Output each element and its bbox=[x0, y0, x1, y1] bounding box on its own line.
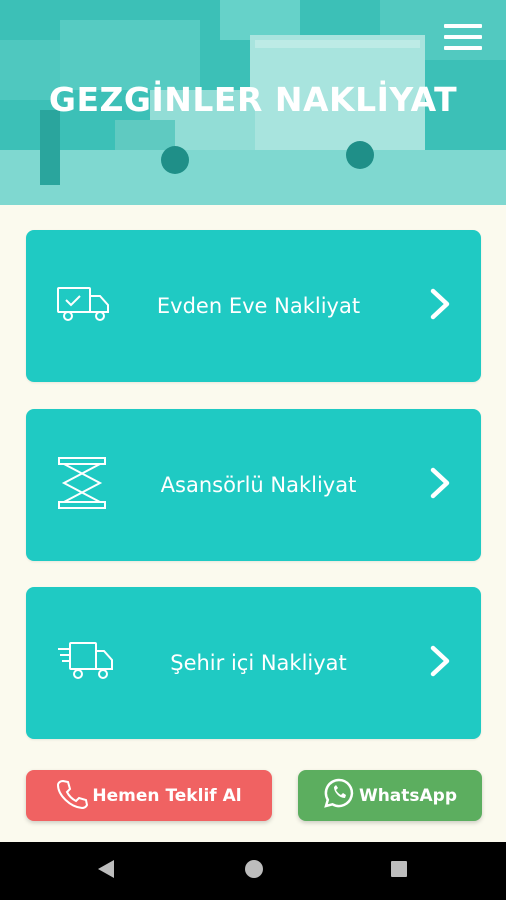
app-title: GEZGİNLER NAKLİYAT bbox=[48, 80, 458, 119]
recents-square-icon[interactable] bbox=[390, 860, 408, 882]
service-label: Şehir içi Nakliyat bbox=[170, 651, 347, 675]
service-card-asansorlu[interactable]: Asansörlü Nakliyat bbox=[26, 409, 481, 561]
home-circle-icon[interactable] bbox=[244, 859, 264, 883]
system-navigation-bar bbox=[0, 842, 506, 900]
scissor-lift-icon bbox=[56, 456, 108, 514]
service-card-evden-eve[interactable]: Evden Eve Nakliyat bbox=[26, 230, 481, 382]
hamburger-menu-icon[interactable] bbox=[444, 24, 484, 52]
whatsapp-button-label: WhatsApp bbox=[358, 785, 458, 806]
chevron-right-icon bbox=[429, 287, 451, 325]
chevron-right-icon bbox=[429, 466, 451, 504]
back-triangle-icon[interactable] bbox=[96, 858, 116, 884]
header-hero: GEZGİNLER NAKLİYAT bbox=[0, 0, 506, 205]
truck-check-icon bbox=[56, 284, 112, 328]
quote-button[interactable]: Hemen Teklif Al bbox=[26, 770, 272, 821]
service-card-sehir-ici[interactable]: Şehir içi Nakliyat bbox=[26, 587, 481, 739]
quote-button-label: Hemen Teklif Al bbox=[92, 785, 242, 806]
phone-icon bbox=[56, 777, 89, 814]
service-label: Evden Eve Nakliyat bbox=[156, 294, 361, 318]
whatsapp-button[interactable]: WhatsApp bbox=[298, 770, 482, 821]
whatsapp-icon bbox=[323, 777, 355, 814]
service-label: Asansörlü Nakliyat bbox=[160, 473, 357, 497]
chevron-right-icon bbox=[429, 644, 451, 682]
fast-delivery-truck-icon bbox=[56, 639, 114, 687]
